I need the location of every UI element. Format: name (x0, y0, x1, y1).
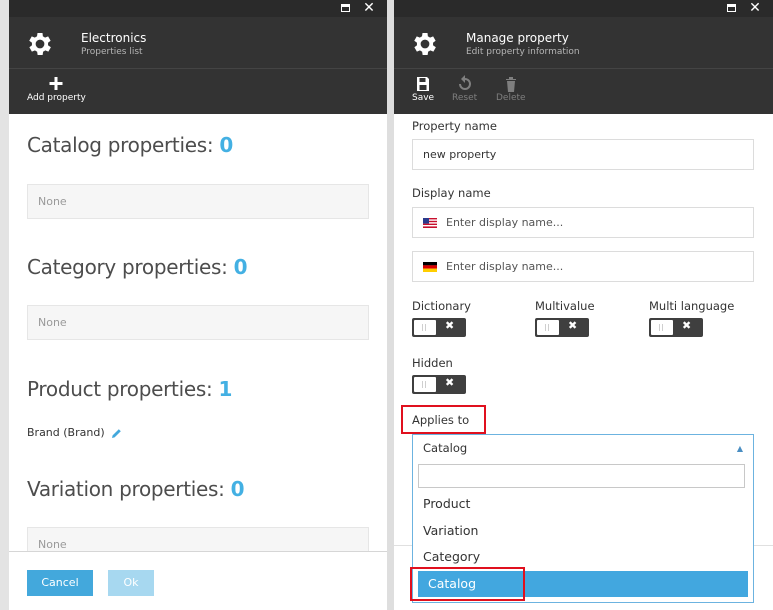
option-product[interactable]: Product (413, 491, 753, 517)
property-name-label: Property name (412, 119, 497, 133)
blade-subtitle: Edit property information (466, 47, 580, 57)
cancel-button[interactable]: Cancel (27, 570, 93, 596)
blade-toolbar: Add property (9, 69, 387, 114)
multivalue-toggle[interactable]: ✖ (535, 318, 589, 337)
display-name-en-placeholder: Enter display name... (446, 216, 564, 229)
dictionary-toggle[interactable]: ✖ (412, 318, 466, 337)
gear-icon (29, 33, 51, 55)
dictionary-label: Dictionary (412, 299, 471, 313)
close-icon[interactable]: ✕ (361, 1, 377, 16)
x-icon: ✖ (568, 319, 578, 332)
product-property-item[interactable]: Brand (Brand) (27, 426, 122, 439)
property-name-input[interactable]: new property (412, 139, 754, 170)
catalog-option-highlight (410, 567, 525, 601)
applies-to-value: Catalog (423, 441, 468, 455)
caret-up-icon: ▲ (736, 444, 743, 453)
delete-label: Delete (496, 93, 526, 103)
category-properties-heading: Category properties: 0 (27, 255, 248, 279)
plus-icon (49, 77, 63, 90)
display-name-de-input[interactable]: Enter display name... (412, 251, 754, 282)
ok-button[interactable]: Ok (108, 570, 154, 596)
maximize-icon[interactable] (337, 1, 353, 16)
multivalue-label: Multivalue (535, 299, 595, 313)
left-gutter (0, 0, 9, 610)
save-button[interactable]: Save (412, 75, 434, 103)
multilanguage-toggle[interactable]: ✖ (649, 318, 703, 337)
multilanguage-label: Multi language (649, 299, 735, 313)
blade-title: Electronics (81, 31, 147, 45)
blade-header: Manage property Edit property informatio… (394, 17, 773, 69)
catalog-properties-empty: None (27, 184, 369, 219)
blade-toolbar: Save Reset Delete (394, 69, 773, 114)
gear-icon (414, 33, 436, 55)
add-property-button[interactable]: Add property (27, 75, 86, 103)
hidden-toggle[interactable]: ✖ (412, 375, 466, 394)
blade-titlebar: ✕ (9, 0, 387, 17)
us-flag-icon (423, 218, 437, 228)
blade-footer: Cancel Ok (9, 551, 387, 610)
x-icon: ✖ (445, 319, 455, 332)
properties-list-blade: ✕ Electronics Properties list Add proper… (9, 0, 387, 610)
applies-to-label: Applies to (412, 413, 470, 427)
product-properties-heading: Product properties: 1 (27, 377, 233, 401)
blade-title: Manage property (466, 31, 569, 45)
dropdown-search-input[interactable] (418, 464, 745, 488)
category-properties-empty: None (27, 305, 369, 340)
delete-icon (505, 77, 516, 92)
blade-titlebar: ✕ (394, 0, 773, 17)
display-name-label: Display name (412, 186, 491, 200)
blade-separator (387, 0, 394, 610)
add-property-label: Add property (27, 93, 86, 103)
pencil-icon[interactable] (111, 428, 122, 439)
reset-button[interactable]: Reset (452, 75, 477, 103)
product-property-label: Brand (Brand) (27, 426, 105, 439)
reset-icon (458, 75, 471, 90)
hidden-label: Hidden (412, 356, 453, 370)
maximize-icon[interactable] (723, 1, 739, 16)
close-icon[interactable]: ✕ (747, 1, 763, 16)
catalog-properties-heading: Catalog properties: 0 (27, 133, 233, 157)
option-variation[interactable]: Variation (413, 518, 753, 544)
blade-subtitle: Properties list (81, 47, 143, 57)
save-icon (417, 77, 430, 91)
variation-properties-heading: Variation properties: 0 (27, 477, 245, 501)
x-icon: ✖ (445, 376, 455, 389)
display-name-en-input[interactable]: Enter display name... (412, 207, 754, 238)
applies-to-select[interactable]: Catalog ▲ (412, 434, 754, 463)
display-name-de-placeholder: Enter display name... (446, 260, 564, 273)
reset-label: Reset (452, 93, 478, 103)
save-label: Save (412, 93, 435, 103)
delete-button[interactable]: Delete (496, 75, 526, 103)
x-icon: ✖ (682, 319, 692, 332)
manage-property-blade: ✕ Manage property Edit property informat… (394, 0, 773, 610)
de-flag-icon (423, 262, 437, 272)
blade-header: Electronics Properties list (9, 17, 387, 69)
